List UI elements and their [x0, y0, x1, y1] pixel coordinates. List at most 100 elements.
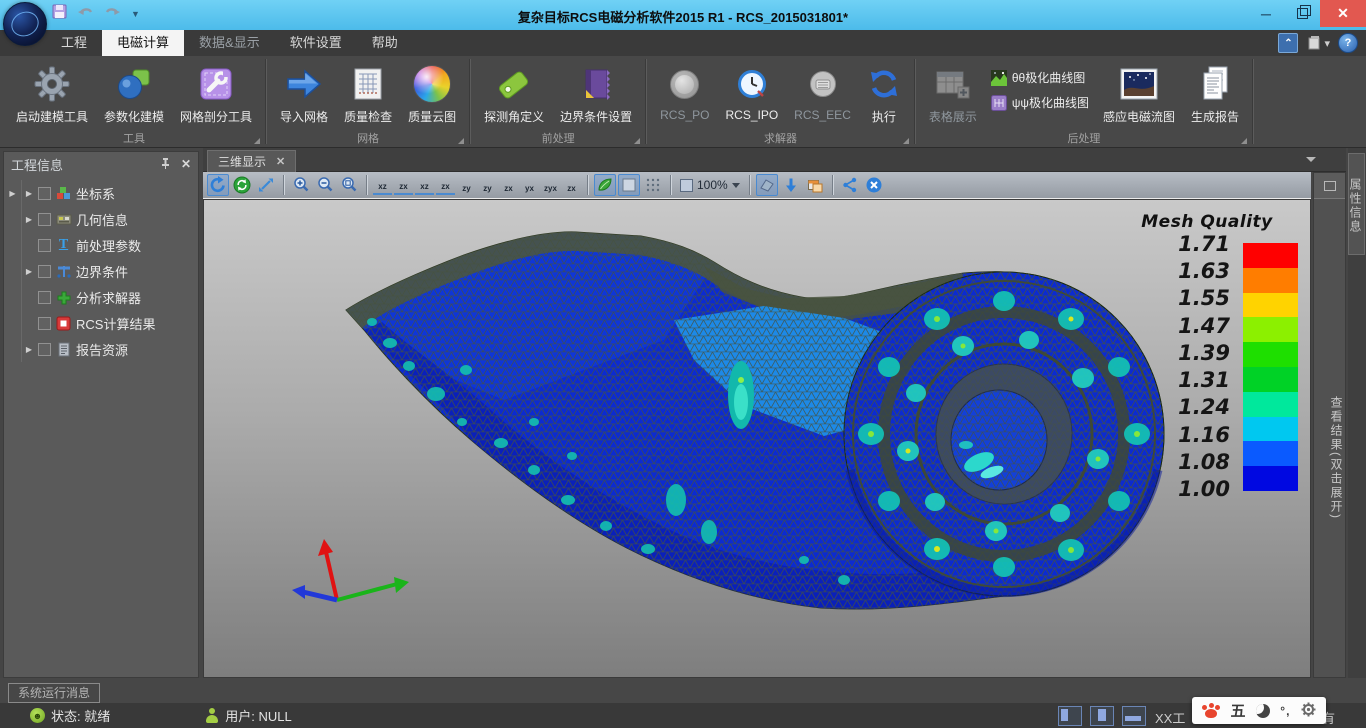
wireframe-mode-button[interactable] — [642, 174, 664, 196]
group-expand-icon[interactable] — [458, 138, 464, 144]
meshing-tool-button[interactable]: 网格剖分工具 — [172, 59, 260, 127]
group-expand-icon[interactable] — [1241, 138, 1247, 144]
execute-button[interactable]: 执行 — [859, 59, 909, 127]
rcs-po-button[interactable]: RCS_PO — [652, 59, 717, 124]
expand-icon[interactable]: ▶ — [22, 189, 36, 198]
group-expand-icon[interactable] — [634, 138, 640, 144]
results-strip-header[interactable] — [1314, 173, 1345, 199]
results-tab[interactable]: 查看结果(双击展开) — [1314, 368, 1345, 548]
induced-current-button[interactable]: 感应电磁流图 — [1095, 59, 1183, 127]
table-show-button[interactable]: 表格展示 — [921, 59, 985, 127]
minimize-button[interactable]: ─ — [1248, 0, 1284, 27]
menu-tab-settings[interactable]: 软件设置 — [275, 30, 357, 56]
checkbox[interactable] — [38, 343, 51, 356]
checkbox[interactable] — [38, 317, 51, 330]
zoom-window-button[interactable] — [338, 174, 360, 196]
checkbox[interactable] — [38, 213, 51, 226]
menu-tab-data-display[interactable]: 数据&显示 — [184, 30, 275, 56]
view-orientation-button-10[interactable]: zx — [562, 175, 581, 195]
layout-left-button[interactable] — [1058, 706, 1082, 726]
tab-close-icon[interactable]: ✕ — [276, 155, 285, 168]
view-orientation-button-4[interactable]: zx — [436, 175, 455, 195]
zoom-level-control[interactable]: 100% — [677, 178, 743, 192]
app-logo[interactable] — [3, 2, 47, 46]
checkbox[interactable] — [38, 265, 51, 278]
ime-logo-paw-icon[interactable] — [1202, 703, 1220, 719]
view-orientation-button-2[interactable]: zx — [394, 175, 413, 195]
close-button[interactable]: ✕ — [1320, 0, 1366, 27]
expand-icon[interactable]: ▶ — [22, 215, 36, 224]
group-expand-icon[interactable] — [903, 138, 909, 144]
restore-button[interactable] — [1284, 0, 1320, 27]
detect-angle-button[interactable]: 探测角定义 — [476, 59, 552, 127]
import-mesh-button[interactable]: 导入网格 — [272, 59, 336, 127]
psi-curve-button[interactable]: ψψ极化曲线图 — [991, 94, 1089, 111]
tab-3d-view[interactable]: 三维显示 ✕ — [207, 150, 296, 172]
parametric-modeling-button[interactable]: 参数化建模 — [96, 59, 172, 127]
view-orientation-button-8[interactable]: yx — [520, 175, 539, 195]
tree-item-coordinate-system[interactable]: ▶ ▶ 坐标系 — [4, 180, 198, 206]
zoom-out-button[interactable] — [314, 174, 336, 196]
share-view-button[interactable] — [839, 174, 861, 196]
group-expand-icon[interactable] — [254, 138, 260, 144]
view-orientation-button-9[interactable]: zyx — [541, 175, 560, 195]
viewport-3d[interactable]: Mesh Quality 1.711.63 1.551.47 1.391.31 … — [203, 199, 1311, 678]
undo-icon[interactable] — [77, 5, 94, 24]
ime-input-mode[interactable]: 五 — [1231, 700, 1246, 721]
view-orientation-button-7[interactable]: zx — [499, 175, 518, 195]
ime-halfwidth-moon-icon[interactable] — [1256, 704, 1270, 718]
checkbox[interactable] — [38, 291, 51, 304]
ime-settings-gear-icon[interactable] — [1301, 702, 1316, 720]
checkbox[interactable] — [38, 239, 51, 252]
pan-button[interactable] — [255, 174, 277, 196]
view-orientation-button-5[interactable]: zy — [457, 175, 476, 195]
view-orientation-button-3[interactable]: xz — [415, 175, 434, 195]
expand-icon[interactable]: ▶ — [22, 267, 36, 276]
generate-report-button[interactable]: 生成报告 — [1183, 59, 1247, 127]
surface-mode-button[interactable] — [618, 174, 640, 196]
system-messages-tab[interactable]: 系统运行消息 — [8, 683, 100, 703]
layout-middle-button[interactable] — [1090, 706, 1114, 726]
tree-item-report-resources[interactable]: ▶ 报告资源 — [4, 336, 198, 362]
menu-tab-project[interactable]: 工程 — [46, 30, 102, 56]
launch-modeling-button[interactable]: 启动建模工具 — [8, 59, 96, 127]
export-down-button[interactable] — [780, 174, 802, 196]
tree-item-boundary-conditions[interactable]: ▶ 边界条件 — [4, 258, 198, 284]
view-orientation-button-1[interactable]: xz — [373, 175, 392, 195]
redo-icon[interactable] — [104, 5, 121, 24]
quality-check-button[interactable]: 质量检查 — [336, 59, 400, 127]
panel-close-icon[interactable]: ✕ — [181, 157, 191, 171]
menu-tab-help[interactable]: 帮助 — [357, 30, 413, 56]
cancel-button[interactable] — [863, 174, 885, 196]
properties-tab[interactable]: 属性信息 — [1348, 153, 1365, 255]
zoom-dropdown-icon[interactable] — [732, 183, 740, 188]
ime-punctuation-icon[interactable]: °, — [1280, 704, 1290, 718]
rotate-view-button[interactable] — [207, 174, 229, 196]
view-orientation-button-6[interactable]: zy — [478, 175, 497, 195]
rcs-eec-button[interactable]: RCS_EEC — [786, 59, 859, 124]
quality-cloud-button[interactable]: 质量云图 — [400, 59, 464, 127]
copy-view-button[interactable] — [804, 174, 826, 196]
tree-item-preprocess-params[interactable]: T 前处理参数 — [4, 232, 198, 258]
shaded-mode-button[interactable] — [594, 174, 616, 196]
zoom-in-button[interactable] — [290, 174, 312, 196]
checkbox[interactable] — [38, 187, 51, 200]
refresh-view-button[interactable] — [231, 174, 253, 196]
expand-icon[interactable]: ▶ — [22, 345, 36, 354]
rcs-ipo-button[interactable]: RCS_IPO — [717, 59, 786, 124]
theta-curve-button[interactable]: θθ极化曲线图 — [991, 69, 1089, 86]
pin-icon[interactable] — [160, 157, 171, 172]
tree-item-geometry-info[interactable]: ▶ 几何信息 — [4, 206, 198, 232]
boundary-setting-button[interactable]: 边界条件设置 — [552, 59, 640, 127]
menu-tab-em-compute[interactable]: 电磁计算 — [102, 30, 184, 56]
tree-item-analysis-solver[interactable]: 分析求解器 — [4, 284, 198, 310]
layout-bottom-button[interactable] — [1122, 706, 1146, 726]
save-icon[interactable] — [52, 4, 67, 24]
tree-item-rcs-results[interactable]: RCS计算结果 — [4, 310, 198, 336]
tab-list-dropdown-icon[interactable] — [1306, 157, 1316, 162]
collapse-ribbon-button[interactable]: ⌃ — [1278, 33, 1298, 53]
window-style-button[interactable]: ▾ — [1306, 35, 1330, 51]
fit-view-button[interactable] — [756, 174, 778, 196]
qat-dropdown-icon[interactable]: ▼ — [131, 9, 140, 19]
help-icon[interactable]: ? — [1338, 33, 1358, 53]
